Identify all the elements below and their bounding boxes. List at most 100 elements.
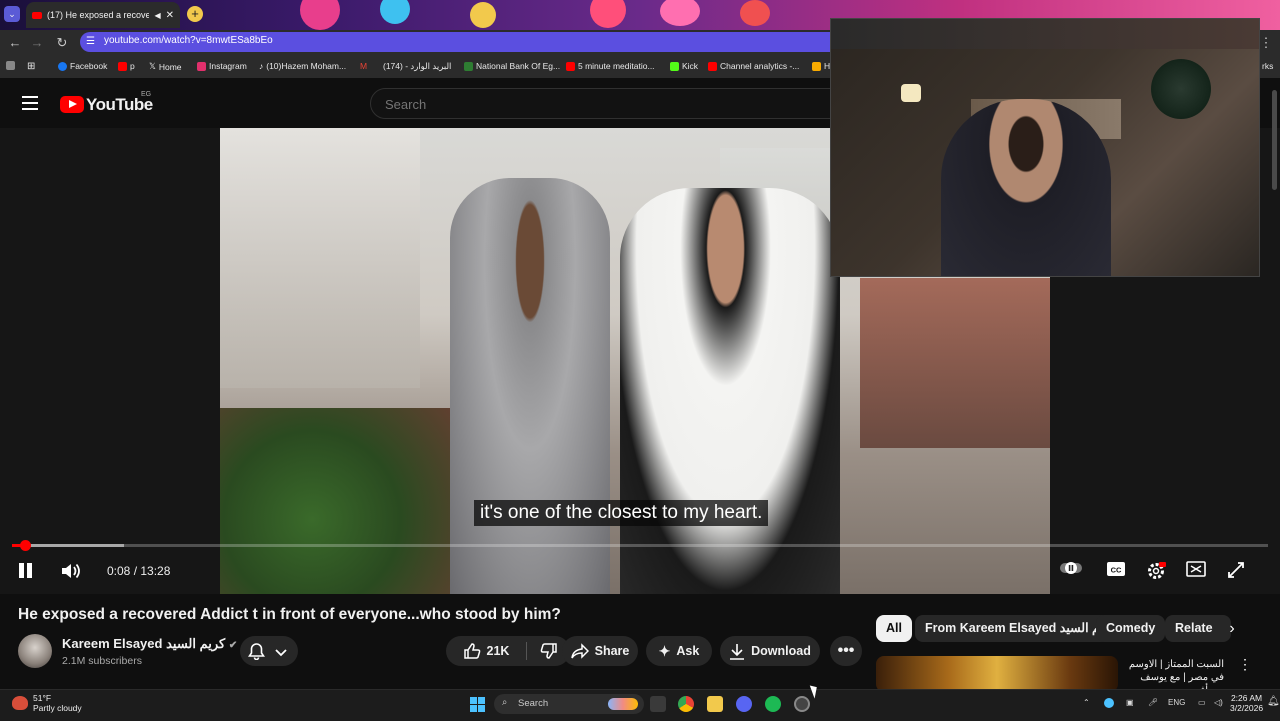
url-text[interactable]: youtube.com/watch?v=8mwtESa8bEo <box>104 35 273 46</box>
gmail-icon: M <box>360 61 368 71</box>
network-icon[interactable]: ▭ <box>1198 698 1206 707</box>
youtube-favicon-icon <box>32 11 42 19</box>
bookmark-inbox[interactable]: (174) - البريد الوارد <box>383 61 451 72</box>
chevron-right-icon[interactable]: › <box>1222 620 1242 640</box>
bookmark-label: p <box>130 61 135 71</box>
sidebar-toggle-icon[interactable] <box>6 61 15 70</box>
bookmark-label: rks <box>1262 61 1274 71</box>
taskbar-clock[interactable]: 2:26 AM 3/2/2026 <box>1230 693 1263 713</box>
onedrive-icon[interactable] <box>1104 698 1114 708</box>
foreground-plants <box>220 408 450 594</box>
youtube-logo-icon[interactable] <box>60 96 84 113</box>
language-indicator[interactable]: ENG <box>1168 698 1185 707</box>
captions-icon[interactable]: CC <box>1105 561 1127 581</box>
man-in-white-shirt <box>620 188 840 594</box>
youtube-logo-text[interactable]: YouTube <box>86 95 153 115</box>
download-button[interactable]: Download <box>720 636 820 666</box>
bookmark-gmail[interactable]: M <box>360 61 367 71</box>
weather-widget[interactable]: 51°F Partly cloudy <box>33 693 82 713</box>
close-tab-icon[interactable]: ✕ <box>166 10 174 21</box>
channel-name-text[interactable]: Kareem Elsayed كريم السيد <box>62 636 225 651</box>
speaker-volume-icon[interactable]: ◁) <box>1214 698 1223 707</box>
related-video-thumbnail[interactable] <box>876 656 1118 692</box>
file-explorer-icon[interactable] <box>707 696 723 712</box>
new-tab-button[interactable]: + <box>187 6 203 22</box>
channel-name[interactable]: Kareem Elsayed كريم السيد ✔ <box>62 636 237 652</box>
browser-tab-youtube[interactable]: (17) He exposed a recovere... ◀ ✕ <box>26 2 180 28</box>
miniplayer-icon[interactable] <box>1185 561 1207 581</box>
facebook-icon <box>58 61 67 71</box>
pause-button[interactable] <box>17 562 35 580</box>
discord-icon[interactable] <box>736 696 752 712</box>
chip-from-channel[interactable]: From Kareem Elsayed كريم السيد <box>915 615 1127 642</box>
chip-comedy[interactable]: Comedy <box>1096 615 1166 642</box>
microphone-icon[interactable]: 🎤︎ <box>1148 698 1158 707</box>
verified-icon: ✔ <box>228 640 238 651</box>
spotify-icon[interactable] <box>765 696 781 712</box>
menu-icon[interactable] <box>22 96 38 110</box>
chrome-icon[interactable] <box>678 696 694 712</box>
tray-overflow-icon[interactable]: ⌃ <box>1083 698 1090 707</box>
bookmark-p[interactable]: p <box>118 61 135 71</box>
task-view-icon[interactable] <box>650 696 666 712</box>
speaker-icon[interactable]: ◀ <box>154 11 160 20</box>
bookmark-channel-analytics[interactable]: Channel analytics -... <box>708 61 799 71</box>
sparkle-icon: ✦ <box>658 642 671 659</box>
like-count: 21K <box>486 644 510 658</box>
bookmark-label: Home <box>158 61 182 72</box>
country-code: EG <box>141 91 152 98</box>
back-arrow-icon[interactable]: ← <box>6 34 24 52</box>
like-divider <box>526 642 527 660</box>
all-bookmarks[interactable]: rks <box>1262 61 1273 71</box>
bookmark-label: 5 minute meditatio... <box>578 61 655 71</box>
volume-icon[interactable] <box>60 561 82 581</box>
bookmark-instagram[interactable]: Instagram <box>197 61 247 71</box>
site-info-icon[interactable]: ☰ <box>86 36 95 47</box>
bookmark-home[interactable]: 𝕏 Home <box>149 61 182 72</box>
notification-bell-icon[interactable]: 🔔︎ <box>1267 696 1280 707</box>
more-actions-button[interactable]: ••• <box>830 636 862 666</box>
bookmark-kick[interactable]: Kick <box>670 61 698 71</box>
forward-arrow-icon[interactable]: → <box>28 34 46 52</box>
apps-grid-icon[interactable]: ⊞ <box>27 61 35 72</box>
steam-icon[interactable] <box>794 696 810 712</box>
download-label: Download <box>751 644 811 658</box>
tab-search-button[interactable]: ⌄ <box>4 6 20 22</box>
tab-title: (17) He exposed a recovere... <box>47 10 150 20</box>
chip-all[interactable]: All <box>876 615 912 642</box>
settings-gear-icon[interactable] <box>1145 561 1167 581</box>
more-vertical-icon[interactable]: ⋮ <box>1238 656 1252 673</box>
tray-app-icon[interactable]: ▣ <box>1126 698 1134 707</box>
reload-icon[interactable]: ↻ <box>53 34 71 52</box>
weather-icon[interactable] <box>12 696 28 710</box>
taskbar-search[interactable]: ⌕ Search <box>494 694 644 714</box>
search-box[interactable] <box>370 88 840 119</box>
fullscreen-icon[interactable] <box>1225 561 1247 581</box>
bookmark-tiktok[interactable]: ♪ (10)Hazem Moham... <box>259 61 346 71</box>
progress-scrubber[interactable] <box>20 540 31 551</box>
svg-text:CC: CC <box>1111 566 1122 575</box>
x-icon: 𝕏 <box>149 61 156 71</box>
windows-start-icon[interactable] <box>470 697 485 712</box>
tiktok-icon: ♪ <box>259 61 264 71</box>
wallpaper-shape <box>660 0 700 26</box>
bookmark-label: Channel analytics -... <box>720 61 800 71</box>
clock-time: 2:26 AM <box>1230 693 1263 703</box>
video-title: He exposed a recovered Addict t in front… <box>18 606 561 623</box>
share-button[interactable]: Share <box>562 636 638 666</box>
subscriber-count: 2.1M subscribers <box>62 655 142 667</box>
search-input[interactable] <box>383 96 807 113</box>
more-horizontal-icon: ••• <box>837 642 855 659</box>
ask-button[interactable]: ✦ Ask <box>646 636 712 666</box>
channel-avatar[interactable] <box>18 634 52 668</box>
youtube-studio-icon <box>708 61 717 71</box>
notification-bell-button[interactable] <box>240 636 298 666</box>
progress-bar[interactable] <box>12 544 1268 547</box>
autoplay-toggle-icon[interactable] <box>1060 561 1082 581</box>
bookmark-meditation[interactable]: 5 minute meditatio... <box>566 61 655 71</box>
like-button[interactable]: 21K <box>446 636 526 666</box>
page-scrollbar[interactable] <box>1272 90 1277 190</box>
bookmark-nbe[interactable]: National Bank Of Eg... <box>464 61 560 71</box>
bookmark-facebook[interactable]: Facebook <box>58 61 107 71</box>
bookmark-h[interactable]: H <box>812 61 830 71</box>
